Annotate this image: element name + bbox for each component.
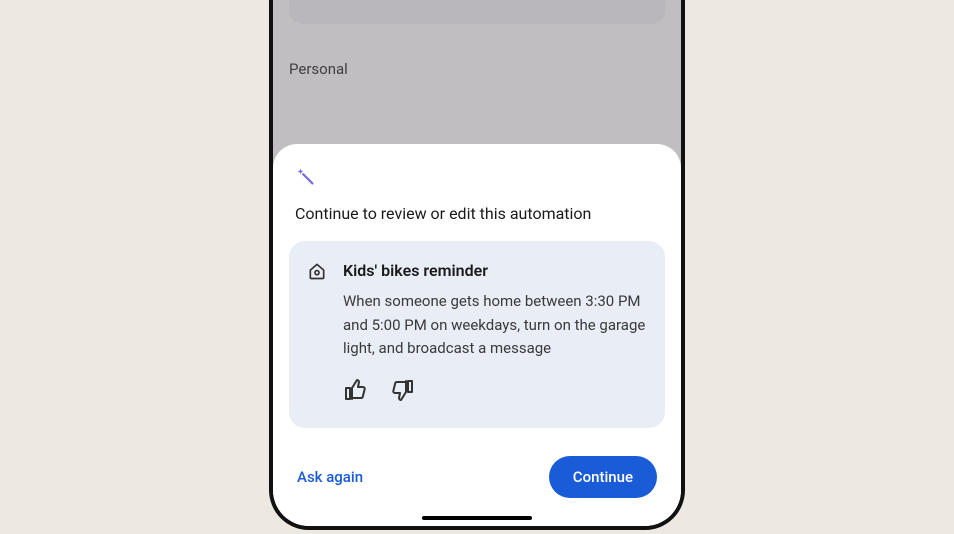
phone-frame: 1 starter • 3 actions Personal Continue … [269, 0, 685, 530]
automation-card: Kids' bikes reminder When someone gets h… [289, 241, 665, 428]
ask-again-button[interactable]: Ask again [297, 468, 363, 486]
automation-title: Kids' bikes reminder [343, 261, 647, 280]
thumbs-down-icon [391, 391, 415, 406]
thumbs-down-button[interactable] [389, 376, 417, 408]
home-icon [307, 261, 327, 285]
thumbs-up-button[interactable] [341, 376, 369, 408]
bottom-sheet: Continue to review or edit this automati… [273, 144, 681, 526]
continue-button[interactable]: Continue [549, 456, 657, 498]
thumbs-up-icon [343, 391, 367, 406]
home-indicator[interactable] [422, 516, 532, 520]
sheet-title: Continue to review or edit this automati… [295, 204, 665, 223]
automation-description: When someone gets home between 3:30 PM a… [343, 290, 647, 360]
sparkle-wand-icon [295, 166, 665, 192]
